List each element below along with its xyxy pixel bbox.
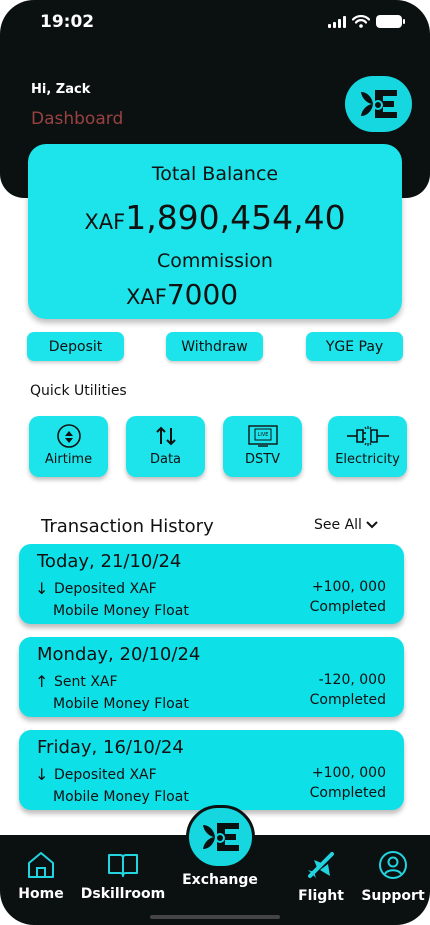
transaction-source: Mobile Money Float	[53, 603, 189, 619]
transaction-amount: +100, 000	[311, 765, 386, 781]
see-all-link[interactable]: See All	[314, 517, 379, 533]
nav-exchange-button[interactable]	[186, 805, 255, 869]
nav-home[interactable]: Home	[14, 850, 68, 902]
book-icon	[108, 854, 138, 877]
transaction-date: Today, 21/10/24	[37, 551, 182, 572]
arrow-down-icon: ↓	[35, 579, 49, 598]
commission-value: XAF7000	[126, 278, 238, 311]
total-balance-label: Total Balance	[151, 163, 279, 185]
commission-currency: XAF	[126, 285, 167, 309]
phone-screen: 19:02 Hi, Zack Dashboard Total Balance X…	[0, 0, 430, 925]
see-all-label: See All	[314, 517, 362, 533]
commission-amount: 7000	[166, 278, 239, 311]
battery-icon	[376, 15, 405, 28]
withdraw-button[interactable]: Withdraw	[166, 332, 263, 361]
transaction-history-title: Transaction History	[41, 516, 214, 537]
transaction-source: Mobile Money Float	[53, 789, 189, 805]
nav-home-label: Home	[18, 886, 64, 902]
transaction-status: Completed	[309, 785, 386, 801]
transaction-card[interactable]: Today, 21/10/24 ↓ Deposited XAF Mobile M…	[19, 544, 404, 624]
transaction-date: Friday, 16/10/24	[37, 737, 184, 758]
utility-data-button[interactable]: Data	[126, 416, 205, 477]
airplane-icon	[308, 852, 334, 878]
nav-flight[interactable]: Flight	[292, 850, 350, 904]
transaction-type: Sent XAF	[54, 674, 118, 690]
airtime-icon	[56, 424, 81, 448]
nav-support-label: Support	[361, 888, 425, 904]
arrow-up-icon: ↑	[35, 672, 49, 691]
svg-text:LIVE: LIVE	[257, 432, 268, 438]
transaction-type: Deposited XAF	[54, 581, 157, 597]
commission-label: Commission	[157, 250, 273, 272]
yge-logo-icon	[360, 90, 397, 118]
signal-icon	[328, 15, 346, 28]
transaction-status: Completed	[309, 692, 386, 708]
nav-dskillroom[interactable]: Dskillroom	[80, 850, 166, 902]
nav-exchange-label[interactable]: Exchange	[175, 872, 265, 888]
status-time: 19:02	[40, 12, 95, 32]
transaction-amount: +100, 000	[311, 579, 386, 595]
yge-logo-icon	[202, 823, 239, 851]
chevron-down-icon	[366, 521, 378, 529]
plug-icon	[346, 426, 389, 446]
total-balance-amount: 1,890,454,40	[125, 198, 346, 237]
profile-logo-button[interactable]	[345, 76, 412, 132]
tv-icon: LIVE	[247, 425, 278, 447]
total-balance-currency: XAF	[84, 210, 126, 234]
nav-flight-label: Flight	[298, 888, 344, 904]
arrow-down-icon: ↓	[35, 765, 49, 784]
utility-data-label: Data	[149, 452, 182, 467]
utility-dstv-label: DSTV	[244, 452, 281, 467]
transaction-date: Monday, 20/10/24	[37, 644, 201, 665]
status-icons	[328, 15, 405, 28]
status-bar: 19:02	[0, 12, 430, 36]
transaction-card[interactable]: Friday, 16/10/24 ↓ Deposited XAF Mobile …	[19, 730, 404, 810]
user-circle-icon	[379, 851, 407, 879]
utility-electricity-label: Electricity	[335, 452, 400, 467]
utility-airtime-label: Airtime	[44, 452, 93, 467]
transaction-card[interactable]: Monday, 20/10/24 ↑ Sent XAF Mobile Money…	[19, 637, 404, 717]
transaction-amount: -120, 000	[318, 672, 386, 688]
deposit-button[interactable]: Deposit	[27, 332, 124, 361]
balance-card: Total Balance XAF1,890,454,40 Commission…	[28, 144, 402, 319]
transaction-source: Mobile Money Float	[53, 696, 189, 712]
transaction-status: Completed	[309, 599, 386, 615]
home-icon	[28, 852, 54, 878]
home-indicator	[150, 915, 280, 919]
utility-airtime-button[interactable]: Airtime	[29, 416, 108, 477]
utility-electricity-button[interactable]: Electricity	[328, 416, 407, 477]
quick-utilities-title: Quick Utilities	[30, 383, 127, 399]
page-title: Dashboard	[31, 109, 124, 129]
utility-dstv-button[interactable]: LIVE DSTV	[223, 416, 302, 477]
nav-support[interactable]: Support	[360, 850, 426, 904]
greeting-text: Hi, Zack	[31, 82, 91, 97]
transaction-type: Deposited XAF	[54, 767, 157, 783]
nav-dskillroom-label: Dskillroom	[80, 886, 166, 902]
data-arrows-icon	[155, 426, 176, 446]
yge-pay-button[interactable]: YGE Pay	[306, 332, 403, 361]
wifi-icon	[352, 15, 370, 28]
total-balance-value: XAF1,890,454,40	[28, 198, 402, 237]
